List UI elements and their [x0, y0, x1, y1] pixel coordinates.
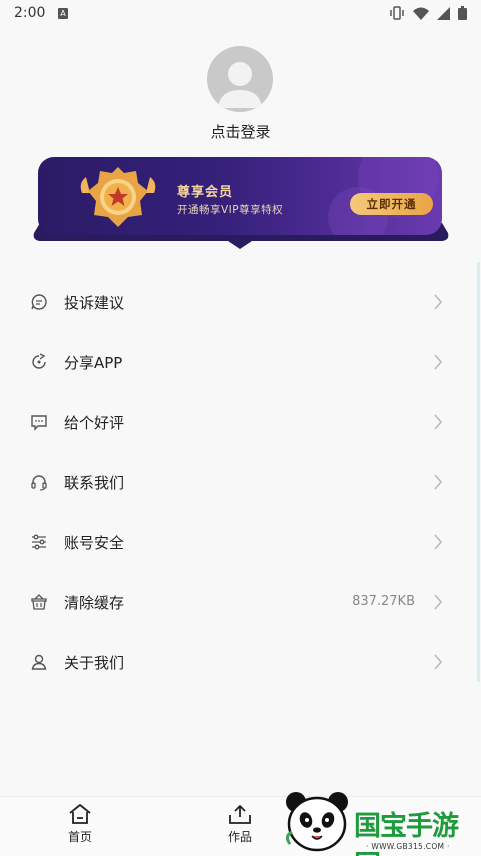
menu-label-rate: 给个好评 [64, 414, 125, 432]
headset-icon [31, 475, 47, 491]
user-silhouette-icon [218, 62, 262, 108]
vip-banner[interactable]: 尊享会员 开通畅享VIP尊享特权 立即开通 [32, 157, 450, 249]
feedback-icon [31, 294, 47, 310]
menu-item-feedback[interactable]: 投诉建议 [0, 272, 481, 332]
status-bar: 2:00 A [0, 0, 481, 28]
menu-item-rate[interactable]: 给个好评 [0, 392, 481, 452]
tab-works[interactable]: 作品 [200, 803, 280, 845]
scrollbar[interactable] [477, 262, 480, 682]
home-icon [69, 804, 91, 824]
menu-label-feedback: 投诉建议 [64, 294, 125, 312]
menu-label-about: 关于我们 [64, 654, 125, 672]
tab-home[interactable]: 首页 [40, 803, 120, 845]
chevron-right-icon [434, 354, 443, 370]
wifi-icon [413, 7, 429, 20]
chevron-right-icon [434, 654, 443, 670]
watermark-url: · WWW.GB315.COM · [366, 842, 450, 851]
menu-item-contact[interactable]: 联系我们 [0, 452, 481, 512]
chevron-right-icon [434, 474, 443, 490]
tab-works-label: 作品 [227, 830, 252, 844]
panda-logo-icon [285, 792, 348, 852]
login-link[interactable]: 点击登录 [0, 121, 481, 142]
status-time: 2:00 [14, 5, 46, 21]
settings-menu: 投诉建议 分享APP 给个好评 联系我们 账号安全 清除缓存 837.27KB … [0, 272, 481, 692]
menu-item-about[interactable]: 关于我们 [0, 632, 481, 692]
vip-title: 尊享会员 [177, 185, 234, 200]
sliders-icon [32, 534, 46, 550]
vip-crown-badge-icon [80, 167, 156, 227]
menu-label-account-security: 账号安全 [64, 534, 125, 552]
cache-size-value: 837.27KB [352, 594, 415, 609]
tab-home-label: 首页 [67, 830, 92, 844]
upload-tray-icon [229, 805, 251, 824]
signal-icon [437, 6, 450, 20]
person-icon [31, 654, 47, 670]
chevron-right-icon [434, 414, 443, 430]
notification-a-icon: A [58, 8, 68, 19]
menu-item-clear-cache[interactable]: 清除缓存 837.27KB [0, 572, 481, 632]
vip-subtitle: 开通畅享VIP尊享特权 [177, 204, 284, 216]
chevron-right-icon [434, 534, 443, 550]
menu-label-share: 分享APP [64, 354, 123, 372]
vibrate-icon [390, 6, 404, 20]
menu-item-share[interactable]: 分享APP [0, 332, 481, 392]
battery-icon [458, 6, 467, 20]
avatar[interactable] [207, 46, 273, 112]
watermark: 国宝手游网 · WWW.GB315.COM · [282, 788, 481, 856]
menu-label-contact: 联系我们 [64, 474, 125, 492]
vip-open-button[interactable]: 立即开通 [350, 193, 433, 215]
vip-card: 尊享会员 开通畅享VIP尊享特权 立即开通 [38, 157, 442, 235]
menu-label-clear-cache: 清除缓存 [64, 594, 125, 612]
chevron-right-icon [434, 294, 443, 310]
status-icons [389, 6, 467, 20]
basket-icon [31, 594, 47, 610]
share-icon [32, 353, 46, 369]
rate-icon [31, 415, 47, 431]
chevron-right-icon [434, 594, 443, 610]
menu-item-account-security[interactable]: 账号安全 [0, 512, 481, 572]
